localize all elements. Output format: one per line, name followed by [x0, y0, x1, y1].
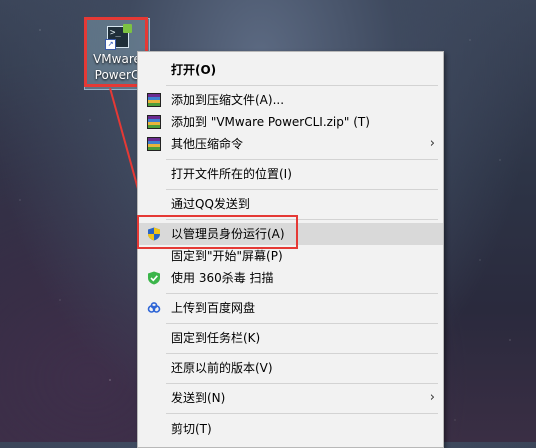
menu-item-restore-versions[interactable]: 还原以前的版本(V) [138, 357, 443, 379]
menu-separator [166, 353, 438, 354]
menu-separator [166, 323, 438, 324]
shortcut-arrow-icon: ↗ [105, 39, 116, 50]
menu-item-add-to-archive[interactable]: 添加到压缩文件(A)... [138, 89, 443, 111]
menu-item-360-scan[interactable]: 使用 360杀毒 扫描 [138, 267, 443, 289]
uac-shield-icon [148, 227, 160, 241]
menu-item-send-to[interactable]: 发送到(N) › [138, 387, 443, 409]
submenu-arrow-icon: › [429, 390, 435, 405]
menu-separator [166, 383, 438, 384]
menu-item-other-compress[interactable]: 其他压缩命令 › [138, 133, 443, 155]
winrar-icon [147, 115, 161, 129]
menu-item-run-as-admin[interactable]: 以管理员身份运行(A) [138, 223, 443, 245]
menu-separator [166, 293, 438, 294]
menu-item-add-to-zip[interactable]: 添加到 "VMware PowerCLI.zip" (T) [138, 111, 443, 133]
menu-separator [166, 189, 438, 190]
baidu-cloud-icon [147, 302, 161, 313]
menu-item-pin-start[interactable]: 固定到"开始"屏幕(P) [138, 245, 443, 267]
360-shield-icon [148, 271, 160, 285]
menu-item-send-via-qq[interactable]: 通过QQ发送到 [138, 193, 443, 215]
menu-item-cut[interactable]: 剪切(T) [138, 418, 443, 440]
context-menu: 打开(O) 添加到压缩文件(A)... 添加到 "VMware PowerCLI… [137, 51, 444, 448]
menu-separator [166, 219, 438, 220]
menu-item-pin-taskbar[interactable]: 固定到任务栏(K) [138, 327, 443, 349]
menu-separator [166, 159, 438, 160]
menu-separator [166, 85, 438, 86]
submenu-arrow-icon: › [429, 136, 435, 151]
menu-item-open[interactable]: 打开(O) [138, 59, 443, 81]
menu-item-baidu-upload[interactable]: 上传到百度网盘 [138, 297, 443, 319]
winrar-icon [147, 93, 161, 107]
menu-item-open-location[interactable]: 打开文件所在的位置(I) [138, 163, 443, 185]
winrar-icon [147, 137, 161, 151]
menu-separator [166, 413, 438, 414]
